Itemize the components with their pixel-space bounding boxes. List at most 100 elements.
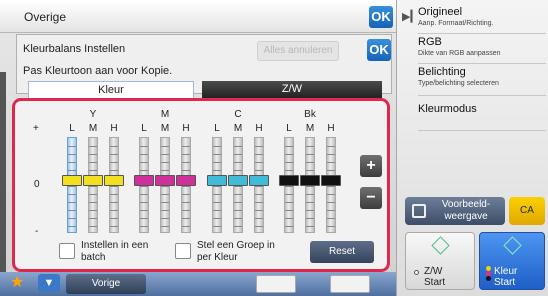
slider-tick	[285, 146, 293, 147]
axis-plus-label: +	[33, 123, 39, 134]
slider-tick	[140, 218, 148, 219]
cancel-all-button[interactable]: Alles annuleren	[257, 41, 339, 61]
reset-button[interactable]: Reset	[310, 241, 374, 263]
screen-ok-button[interactable]: OK	[369, 6, 393, 28]
preview-button[interactable]: Voorbeeld-weergave	[405, 197, 505, 225]
slider-tick	[68, 218, 76, 219]
slider-tick	[89, 210, 97, 211]
slider-handle-bk-l[interactable]	[279, 175, 299, 186]
slider-tick	[89, 162, 97, 163]
decrease-button[interactable]: −	[360, 187, 382, 209]
left-edge	[0, 72, 6, 272]
slider-tick	[110, 194, 118, 195]
slider-handle-c-l[interactable]	[207, 175, 227, 186]
slider-tick	[255, 170, 263, 171]
level-label-m: M	[160, 123, 170, 134]
slider-tick	[285, 162, 293, 163]
increase-button[interactable]: +	[360, 155, 382, 177]
slider-tick	[182, 154, 190, 155]
slider-tick	[213, 194, 221, 195]
clear-all-button[interactable]: CA	[509, 197, 545, 225]
back-button[interactable]: Vorige	[66, 274, 146, 294]
dialog-ok-button[interactable]: OK	[367, 39, 391, 61]
group-label-bk: Bk	[304, 109, 316, 120]
slider-tick	[285, 226, 293, 227]
level-label-h: H	[255, 123, 263, 134]
group-label: Stel een Groep in per Kleur	[197, 240, 275, 263]
menu-item-subtitle: Aanp. Formaat/Richting.	[418, 20, 494, 27]
star-icon[interactable]: ★	[10, 273, 24, 293]
slider-handle-y-h[interactable]	[104, 175, 124, 186]
slider-tick	[213, 218, 221, 219]
slider-handle-m-h[interactable]	[176, 175, 196, 186]
bottom-small-button[interactable]	[330, 275, 370, 293]
slider-handle-m-l[interactable]	[134, 175, 154, 186]
menu-item-subtitle: Type/belichting selecteren	[418, 80, 499, 87]
slider-tick	[110, 186, 118, 187]
slider-tick	[89, 218, 97, 219]
bw-start-button[interactable]: Z/W Start	[405, 232, 475, 290]
mode-label: Z/W	[424, 266, 443, 277]
slider-tick	[182, 226, 190, 227]
slider-tick	[327, 202, 335, 203]
slider-tick	[68, 194, 76, 195]
slider-handle-y-m[interactable]	[83, 175, 103, 186]
menu-item-belichting[interactable]: Belichting Type/belichting selecteren	[418, 66, 546, 96]
slider-tick	[213, 186, 221, 187]
menu-item-origineel[interactable]: Origineel Aanp. Formaat/Richting.	[418, 6, 546, 34]
level-label-m: M	[88, 123, 98, 134]
slider-tick	[306, 162, 314, 163]
slider-tick	[68, 210, 76, 211]
slider-tick	[161, 162, 169, 163]
slider-tick	[68, 226, 76, 227]
slider-tick	[161, 170, 169, 171]
slider-tick	[89, 194, 97, 195]
color-start-button[interactable]: Kleur Start	[479, 232, 545, 290]
slider-tick	[140, 170, 148, 171]
slider-tick	[327, 170, 335, 171]
batch-checkbox[interactable]	[59, 243, 75, 259]
menu-item-title: RGB	[418, 36, 442, 48]
slider-tick	[110, 226, 118, 227]
slider-tick	[285, 186, 293, 187]
menu-item-rgb[interactable]: RGB Dikte van RGB aanpassen	[418, 36, 546, 64]
start-diamond-icon	[431, 236, 450, 255]
level-label-l: L	[214, 123, 220, 134]
slider-tick	[110, 210, 118, 211]
collapse-arrow-icon[interactable]: ▶▎	[402, 10, 419, 23]
slider-handle-y-l[interactable]	[62, 175, 82, 186]
slider-tick	[234, 154, 242, 155]
preview-icon	[412, 204, 426, 218]
axis-zero-label: 0	[34, 179, 40, 190]
menu-item-kleurmodus[interactable]: Kleurmodus	[418, 103, 546, 131]
level-label-h: H	[182, 123, 190, 134]
slider-tick	[140, 146, 148, 147]
slider-tick	[255, 186, 263, 187]
slider-tick	[68, 186, 76, 187]
slider-tick	[213, 154, 221, 155]
slider-handle-bk-h[interactable]	[321, 175, 341, 186]
slider-tick	[234, 170, 242, 171]
slider-tick	[234, 146, 242, 147]
slider-handle-c-h[interactable]	[249, 175, 269, 186]
slider-tick	[89, 226, 97, 227]
slider-tick	[285, 210, 293, 211]
slider-handle-m-m[interactable]	[155, 175, 175, 186]
slider-tick	[182, 210, 190, 211]
slider-tick	[89, 202, 97, 203]
slider-tick	[306, 226, 314, 227]
slider-handle-c-m[interactable]	[228, 175, 248, 186]
bottom-small-button[interactable]	[256, 275, 296, 293]
chevron-down-icon[interactable]: ▼	[38, 274, 60, 292]
color-adjust-panel: + 0 - Y L M H M L M H C L M H Bk L M H + − Instellen in…	[12, 98, 390, 272]
slider-tick	[68, 146, 76, 147]
slider-tick	[140, 210, 148, 211]
slider-tick	[255, 210, 263, 211]
tab-kleur[interactable]: Kleur	[28, 81, 194, 98]
tab-zw[interactable]: Z/W	[202, 81, 382, 98]
slider-tick	[182, 202, 190, 203]
slider-handle-bk-m[interactable]	[300, 175, 320, 186]
group-checkbox[interactable]	[175, 243, 191, 259]
level-label-l: L	[286, 123, 292, 134]
slider-tick	[327, 154, 335, 155]
